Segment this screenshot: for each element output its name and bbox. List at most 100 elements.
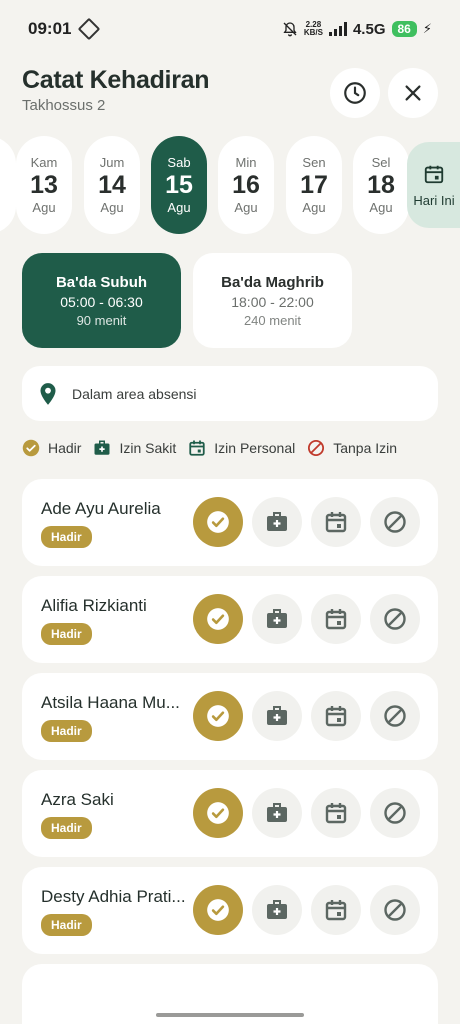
date-number: 13 bbox=[30, 171, 58, 199]
date-number: 16 bbox=[232, 171, 260, 199]
tanpa-izin-button[interactable] bbox=[370, 691, 420, 741]
session-card-maghrib[interactable]: Ba'da Maghrib 18:00 - 22:00 240 menit bbox=[193, 253, 352, 348]
date-chip-partial[interactable] bbox=[0, 136, 16, 234]
date-chip[interactable]: Sen 17 Agu bbox=[286, 136, 342, 234]
calendar-icon bbox=[325, 706, 347, 727]
check-circle-icon bbox=[207, 511, 229, 533]
date-day: Min bbox=[235, 155, 257, 170]
hadir-button[interactable] bbox=[193, 691, 243, 741]
student-card: Azra Saki Hadir bbox=[22, 770, 438, 857]
hadir-button[interactable] bbox=[193, 497, 243, 547]
block-icon bbox=[384, 705, 406, 727]
medical-bag-icon bbox=[267, 512, 287, 531]
izin-sakit-button[interactable] bbox=[252, 497, 302, 547]
calendar-icon bbox=[325, 609, 347, 630]
date-chip[interactable]: Sel 18 Agu bbox=[353, 136, 409, 234]
speed-unit: KB/S bbox=[303, 28, 323, 37]
date-month: Agu bbox=[234, 200, 258, 215]
izin-personal-button[interactable] bbox=[311, 885, 361, 935]
tanpa-izin-button[interactable] bbox=[370, 497, 420, 547]
tanpa-izin-button[interactable] bbox=[370, 788, 420, 838]
session-card-subuh[interactable]: Ba'da Subuh 05:00 - 06:30 90 menit bbox=[22, 253, 181, 348]
check-circle-icon bbox=[207, 899, 229, 921]
legend-label: Tanpa Izin bbox=[333, 440, 398, 456]
date-chip-selected[interactable]: Sab 15 Agu bbox=[151, 136, 207, 234]
status-right: 2.28 KB/S 4.5G 86 ⚡ bbox=[282, 21, 432, 38]
date-strip[interactable]: Kam 13 Agu Jum 14 Agu Sab 15 Agu Min 16 … bbox=[0, 136, 460, 236]
hadir-button[interactable] bbox=[193, 594, 243, 644]
notification-icon bbox=[78, 17, 101, 41]
student-card: Desty Adhia Prati... Hadir bbox=[22, 867, 438, 954]
student-name: Atsila Haana Mu... bbox=[41, 693, 180, 712]
izin-sakit-button[interactable] bbox=[252, 594, 302, 644]
student-card: Alifia Rizkianti Hadir bbox=[22, 576, 438, 663]
hadir-button[interactable] bbox=[193, 788, 243, 838]
student-name: Ade Ayu Aurelia bbox=[41, 499, 161, 518]
date-number: 17 bbox=[300, 171, 328, 199]
calendar-icon bbox=[189, 440, 205, 456]
medical-bag-icon bbox=[267, 609, 287, 628]
izin-personal-button[interactable] bbox=[311, 788, 361, 838]
student-card: Atsila Haana Mu... Hadir bbox=[22, 673, 438, 760]
hadir-button[interactable] bbox=[193, 885, 243, 935]
battery-indicator: 86 bbox=[391, 21, 417, 37]
status-badge: Hadir bbox=[41, 526, 92, 548]
date-chip[interactable]: Jum 14 Agu bbox=[84, 136, 140, 234]
date-day: Jum bbox=[99, 155, 125, 170]
status-badge: Hadir bbox=[41, 720, 92, 742]
izin-personal-button[interactable] bbox=[311, 691, 361, 741]
status-badge: Hadir bbox=[41, 623, 92, 645]
session-duration: 240 menit bbox=[243, 312, 302, 328]
date-number: 15 bbox=[165, 171, 193, 199]
calendar-icon bbox=[325, 900, 347, 921]
izin-sakit-button[interactable] bbox=[252, 885, 302, 935]
student-name: Azra Saki bbox=[41, 790, 114, 809]
legend-label: Izin Personal bbox=[214, 440, 296, 456]
date-day: Sab bbox=[167, 155, 191, 170]
izin-personal-button[interactable] bbox=[311, 497, 361, 547]
student-card: Ade Ayu Aurelia Hadir bbox=[22, 479, 438, 566]
close-button[interactable] bbox=[388, 68, 438, 118]
signal-icon bbox=[328, 22, 347, 36]
calendar-icon bbox=[325, 512, 347, 533]
network-type: 4.5G bbox=[352, 20, 386, 38]
clock-icon bbox=[344, 82, 366, 104]
header: Catat Kehadiran Takhossus 2 bbox=[22, 66, 438, 122]
status-badge: Hadir bbox=[41, 914, 92, 936]
check-circle-icon bbox=[207, 608, 229, 630]
izin-sakit-button[interactable] bbox=[252, 691, 302, 741]
session-duration: 90 menit bbox=[76, 312, 127, 328]
student-name: Desty Adhia Prati... bbox=[41, 887, 186, 906]
medical-bag-icon bbox=[267, 706, 287, 725]
session-time: 05:00 - 06:30 bbox=[60, 293, 143, 310]
date-month: Agu bbox=[100, 200, 124, 215]
legend-item-izin-sakit: Izin Sakit bbox=[93, 439, 176, 457]
network-speed: 2.28 KB/S bbox=[304, 21, 323, 37]
legend-item-tanpa-izin: Tanpa Izin bbox=[307, 439, 397, 457]
block-icon bbox=[384, 511, 406, 533]
date-number: 18 bbox=[367, 171, 395, 199]
history-button[interactable] bbox=[330, 68, 380, 118]
date-month: Agu bbox=[167, 200, 191, 215]
charging-icon: ⚡ bbox=[422, 21, 432, 36]
date-chip[interactable]: Kam 13 Agu bbox=[16, 136, 72, 234]
medical-bag-icon bbox=[94, 440, 110, 455]
student-name: Alifia Rizkianti bbox=[41, 596, 147, 615]
tanpa-izin-button[interactable] bbox=[370, 594, 420, 644]
izin-sakit-button[interactable] bbox=[252, 788, 302, 838]
date-day: Sel bbox=[371, 155, 391, 170]
block-icon bbox=[384, 802, 406, 824]
status-badge: Hadir bbox=[41, 817, 92, 839]
tanpa-izin-button[interactable] bbox=[370, 885, 420, 935]
status-time: 09:01 bbox=[28, 19, 72, 38]
check-circle-icon bbox=[207, 705, 229, 727]
today-button[interactable]: Hari Ini bbox=[407, 142, 460, 228]
location-status: Dalam area absensi bbox=[22, 366, 438, 421]
home-indicator[interactable] bbox=[156, 1013, 304, 1017]
block-icon bbox=[308, 439, 325, 457]
date-chip[interactable]: Min 16 Agu bbox=[218, 136, 274, 234]
session-name: Ba'da Maghrib bbox=[221, 273, 324, 291]
izin-personal-button[interactable] bbox=[311, 594, 361, 644]
session-time: 18:00 - 22:00 bbox=[231, 293, 314, 310]
status-bar: 09:01 2.28 KB/S 4.5G 86 ⚡ bbox=[0, 0, 460, 58]
